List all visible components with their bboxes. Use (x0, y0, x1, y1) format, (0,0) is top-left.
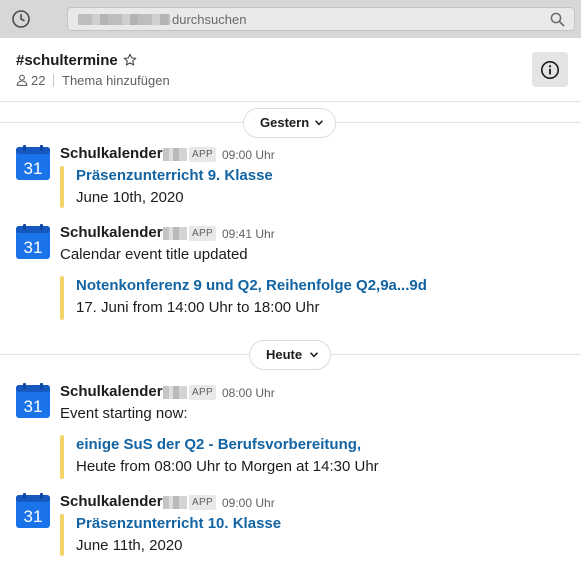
message-item: 31 Schulkalender APP 09:00 Uhr Präsenzun… (0, 145, 581, 210)
channel-header: #schultermine 22 Thema hinzufügen (0, 38, 581, 102)
date-divider-today: Heute (0, 340, 581, 370)
redacted-text (163, 227, 187, 240)
attachment-bar (60, 435, 64, 479)
search-icon[interactable] (550, 12, 565, 27)
redacted-text (163, 386, 187, 399)
attachment-bar (60, 166, 64, 208)
date-jump-button[interactable]: Heute (249, 340, 331, 370)
sender-name[interactable]: Schulkalender (60, 224, 163, 241)
google-calendar-icon: 31 (16, 145, 50, 180)
date-label: Gestern (260, 115, 310, 130)
app-badge: APP (189, 385, 216, 400)
add-topic-link[interactable]: Thema hinzufügen (62, 73, 170, 88)
sender-name[interactable]: Schulkalender (60, 383, 163, 400)
sender-name[interactable]: Schulkalender (60, 493, 163, 510)
event-date: June 11th, 2020 (76, 537, 183, 554)
app-badge: APP (189, 495, 216, 510)
message-text: Event starting now: (60, 405, 188, 422)
attachment-bar (60, 514, 64, 556)
sender-name[interactable]: Schulkalender (60, 145, 163, 162)
message-timestamp[interactable]: 09:00 Uhr (222, 148, 275, 162)
person-icon (16, 74, 28, 86)
event-title-link[interactable]: Notenkonferenz 9 und Q2, Reihenfolge Q2,… (76, 277, 427, 294)
history-clock-icon[interactable] (11, 9, 31, 29)
event-title-link[interactable]: einige SuS der Q2 - Berufsvorbereitung, (76, 436, 361, 453)
message-text: Calendar event title updated (60, 246, 248, 263)
app-badge: APP (189, 147, 216, 162)
redacted-text (163, 496, 187, 509)
date-label: Heute (266, 347, 303, 362)
calendar-day-number: 31 (24, 507, 43, 526)
event-date: 17. Juni from 14:00 Uhr to 18:00 Uhr (76, 299, 320, 316)
message-item: 31 Schulkalender APP 08:00 Uhr Event sta… (0, 383, 581, 479)
message-timestamp[interactable]: 09:00 Uhr (222, 496, 275, 510)
message-timestamp[interactable]: 09:41 Uhr (222, 227, 275, 241)
chevron-down-icon (315, 120, 323, 126)
google-calendar-icon: 31 (16, 224, 50, 259)
star-outline-icon[interactable] (123, 53, 137, 67)
calendar-day-number: 31 (24, 159, 43, 178)
event-title-link[interactable]: Präsenzunterricht 10. Klasse (76, 515, 281, 532)
chevron-down-icon (310, 352, 318, 358)
calendar-day-number: 31 (24, 397, 43, 416)
top-bar: durchsuchen (0, 0, 581, 38)
google-calendar-icon: 31 (16, 493, 50, 528)
date-jump-button[interactable]: Gestern (243, 108, 336, 138)
channel-name[interactable]: #schultermine (16, 52, 118, 69)
date-divider-yesterday: Gestern (0, 108, 581, 138)
meta-divider (53, 74, 54, 87)
event-date: Heute from 08:00 Uhr to Morgen at 14:30 … (76, 458, 379, 475)
app-badge: APP (189, 226, 216, 241)
calendar-day-number: 31 (24, 238, 43, 257)
info-circle-icon (541, 61, 559, 79)
redacted-workspace-name (78, 14, 170, 25)
event-date: June 10th, 2020 (76, 189, 184, 206)
redacted-text (163, 148, 187, 161)
message-item: 31 Schulkalender APP 09:41 Uhr Calendar … (0, 224, 581, 320)
message-timestamp[interactable]: 08:00 Uhr (222, 386, 275, 400)
event-title-link[interactable]: Präsenzunterricht 9. Klasse (76, 167, 273, 184)
channel-info-button[interactable] (532, 52, 568, 87)
search-placeholder: durchsuchen (172, 12, 247, 27)
member-count[interactable]: 22 (31, 73, 45, 88)
search-input[interactable]: durchsuchen (67, 7, 575, 31)
message-item: 31 Schulkalender APP 09:00 Uhr Präsenzun… (0, 493, 581, 558)
attachment-bar (60, 276, 64, 320)
google-calendar-icon: 31 (16, 383, 50, 418)
